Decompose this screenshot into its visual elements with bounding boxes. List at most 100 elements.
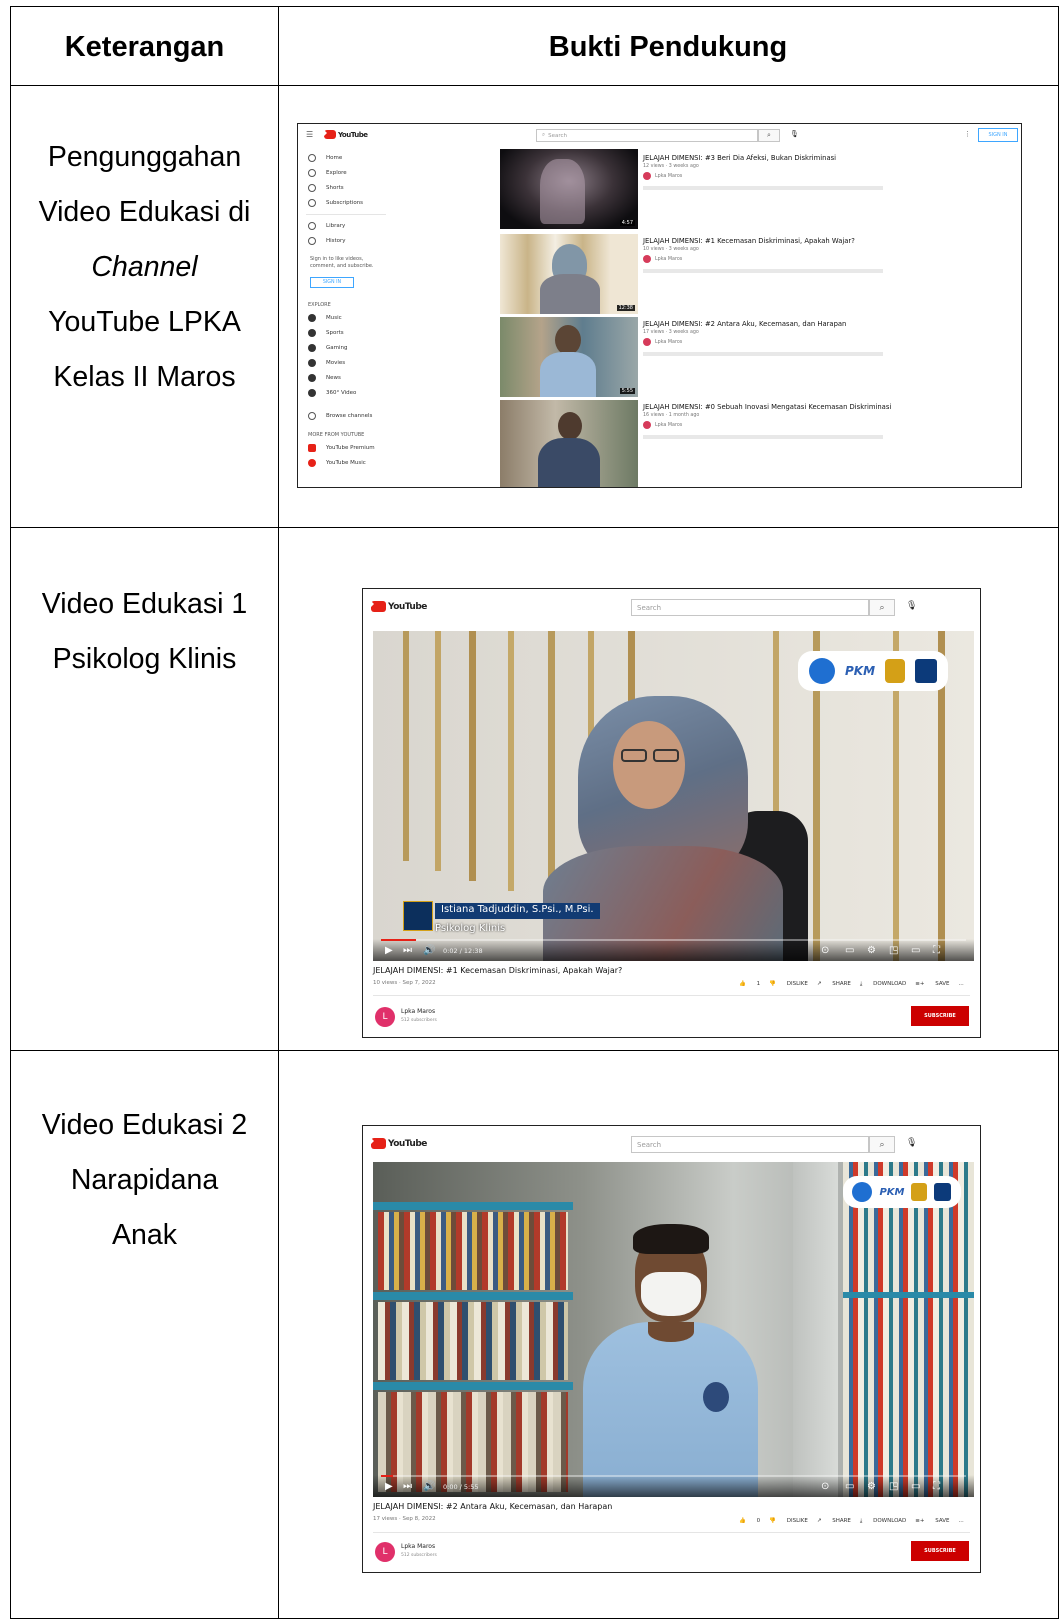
- video-actions: 👍 0 👎 DISLIKE ↗ SHARE ⤓ DOWNLOAD ≡+ SAVE…: [730, 1518, 964, 1525]
- channel-name[interactable]: Lpka Maros: [401, 1008, 435, 1015]
- speaker-name: Istiana Tadjuddin, S.Psi., M.Psi.: [435, 903, 600, 919]
- dislike-button[interactable]: 👎 DISLIKE: [769, 981, 808, 988]
- sidebar-item-subscriptions[interactable]: Subscriptions: [308, 199, 363, 207]
- video-title[interactable]: JELAJAH DIMENSI: #0 Sebuah Inovasi Menga…: [643, 403, 891, 411]
- mic-icon[interactable]: 🎙: [790, 130, 799, 138]
- fullscreen-icon[interactable]: ⛶: [933, 946, 940, 956]
- channel-avatar[interactable]: L: [375, 1007, 395, 1027]
- mic-icon[interactable]: 🎙: [906, 601, 917, 611]
- row-divider-1: [11, 527, 1058, 528]
- more-actions-button[interactable]: ...: [959, 1518, 964, 1525]
- channel-name[interactable]: Lpka Maros: [401, 1543, 435, 1550]
- search-button[interactable]: ⌕: [869, 599, 895, 616]
- search-input[interactable]: Search: [631, 1136, 869, 1153]
- fullscreen-icon[interactable]: ⛶: [933, 1482, 940, 1492]
- subscribe-button[interactable]: SUBSCRIBE: [911, 1006, 969, 1026]
- volume-icon[interactable]: 🔊: [423, 946, 435, 956]
- dislike-button[interactable]: 👎 DISLIKE: [769, 1518, 808, 1525]
- sidebar-item-shorts[interactable]: Shorts: [308, 184, 344, 192]
- theater-icon[interactable]: ▭: [911, 946, 920, 956]
- volume-icon[interactable]: 🔊: [423, 1482, 435, 1492]
- video-description: [643, 435, 883, 439]
- next-icon[interactable]: ⏭: [403, 1482, 412, 1492]
- sidebar-item-news[interactable]: News: [308, 374, 341, 382]
- share-button[interactable]: ↗ SHARE: [817, 981, 851, 988]
- share-button[interactable]: ↗ SHARE: [817, 1518, 851, 1525]
- video-meta: 16 views · 1 month ago: [643, 413, 700, 418]
- search-button[interactable]: ⌕: [758, 129, 780, 142]
- video-title[interactable]: JELAJAH DIMENSI: #3 Beri Dia Afeksi, Buk…: [643, 154, 836, 162]
- channel-avatar[interactable]: L: [375, 1542, 395, 1562]
- like-button[interactable]: 👍 0: [739, 1518, 760, 1525]
- sidebar-item-home[interactable]: Home: [308, 154, 342, 162]
- sidebar-item-library[interactable]: Library: [308, 222, 345, 230]
- video-thumbnail[interactable]: 5:55: [500, 317, 638, 397]
- partner-logos: PKM: [843, 1176, 961, 1208]
- more-actions-button[interactable]: ...: [959, 981, 964, 988]
- save-button[interactable]: ≡+ SAVE: [915, 1518, 949, 1525]
- mic-icon[interactable]: 🎙: [906, 1138, 917, 1148]
- download-button[interactable]: ⤓ DOWNLOAD: [860, 981, 906, 988]
- youtube-logo[interactable]: YouTube: [371, 601, 427, 612]
- miniplayer-icon[interactable]: ◳: [889, 946, 898, 956]
- play-icon[interactable]: ▶: [385, 946, 393, 956]
- sidebar-item-gaming[interactable]: Gaming: [308, 344, 348, 352]
- video-description: [643, 269, 883, 273]
- video-title[interactable]: JELAJAH DIMENSI: #2 Antara Aku, Kecemasa…: [643, 320, 846, 328]
- search-input[interactable]: Search: [631, 599, 869, 616]
- speaker-role: Psikolog Klinis: [435, 923, 506, 934]
- settings-icon[interactable]: ⚙: [867, 1482, 876, 1492]
- autoplay-icon[interactable]: ⊙: [821, 1482, 829, 1492]
- video-title[interactable]: JELAJAH DIMENSI: #1 Kecemasan Diskrimina…: [643, 237, 855, 245]
- subscribe-button[interactable]: SUBSCRIBE: [911, 1541, 969, 1561]
- video-channel[interactable]: Lpka Maros: [643, 172, 682, 180]
- sidebar-item-youtube-premium[interactable]: YouTube Premium: [308, 444, 375, 452]
- sidebar-item-browse-channels[interactable]: Browse channels: [308, 412, 372, 420]
- video-channel[interactable]: Lpka Maros: [643, 338, 682, 346]
- youtube-logo[interactable]: YouTube: [371, 1138, 427, 1149]
- download-button[interactable]: ⤓ DOWNLOAD: [860, 1518, 906, 1525]
- row-3-description: Video Edukasi 2 Narapidana Anak: [11, 1098, 278, 1263]
- play-icon[interactable]: ▶: [385, 1482, 393, 1492]
- subtitles-icon[interactable]: ▭: [845, 1482, 854, 1492]
- sidebar-item-history[interactable]: History: [308, 237, 346, 245]
- sidebar-item-explore[interactable]: Explore: [308, 169, 347, 177]
- subscriber-count: 512 subscribers: [401, 1018, 437, 1023]
- progress-bar[interactable]: [381, 1475, 966, 1477]
- video-channel[interactable]: Lpka Maros: [643, 255, 682, 263]
- subtitles-icon[interactable]: ▭: [845, 946, 854, 956]
- video-channel[interactable]: Lpka Maros: [643, 421, 682, 429]
- menu-icon[interactable]: ☰: [306, 130, 313, 139]
- next-icon[interactable]: ⏭: [403, 946, 412, 956]
- sidebar-item-movies[interactable]: Movies: [308, 359, 345, 367]
- more-options-icon[interactable]: ⋮: [964, 130, 971, 138]
- sidebar-sign-in-button[interactable]: SIGN IN: [310, 277, 354, 288]
- video-thumbnail[interactable]: 12:38: [500, 234, 638, 314]
- video-thumbnail[interactable]: [500, 400, 638, 487]
- video-player[interactable]: PKM ▶ ⏭ 🔊 0:00 / 5:55 ⊙ ▭ ⚙ ◳ ▭ ⛶: [373, 1162, 974, 1497]
- sidebar-item-sports[interactable]: Sports: [308, 329, 344, 337]
- save-button[interactable]: ≡+ SAVE: [915, 981, 949, 988]
- video-player[interactable]: PKM Istiana Tadjuddin, S.Psi., M.Psi. Ps…: [373, 631, 974, 961]
- sidebar-item-youtube-music[interactable]: YouTube Music: [308, 459, 366, 467]
- subscriber-count: 512 subscribers: [401, 1553, 437, 1558]
- row-2-line: Psikolog Klinis: [52, 643, 237, 675]
- youtube-logo[interactable]: YouTube: [324, 130, 368, 139]
- theater-icon[interactable]: ▭: [911, 1482, 920, 1492]
- time-display: 0:02 / 12:38: [443, 947, 483, 955]
- channel-screenshot: ☰ YouTube ⌕ Search ⌕ 🎙 ⋮ SIGN IN Home Exp…: [297, 123, 1022, 488]
- row-2-line: Video Edukasi 1: [41, 588, 248, 620]
- settings-icon[interactable]: ⚙: [867, 946, 876, 956]
- video-thumbnail[interactable]: 4:57: [500, 149, 638, 229]
- kemenkumham-logo: [914, 659, 937, 683]
- sign-in-button[interactable]: SIGN IN: [978, 128, 1018, 142]
- sidebar-item-360-video[interactable]: 360° Video: [308, 389, 356, 397]
- row-1-description: Pengunggahan Video Edukasi di Channel Yo…: [11, 130, 278, 405]
- sidebar-item-music[interactable]: Music: [308, 314, 342, 322]
- progress-bar[interactable]: [381, 939, 966, 941]
- miniplayer-icon[interactable]: ◳: [889, 1482, 898, 1492]
- like-button[interactable]: 👍 1: [739, 981, 760, 988]
- search-button[interactable]: ⌕: [869, 1136, 895, 1153]
- search-input[interactable]: ⌕ Search: [536, 129, 758, 142]
- autoplay-icon[interactable]: ⊙: [821, 946, 829, 956]
